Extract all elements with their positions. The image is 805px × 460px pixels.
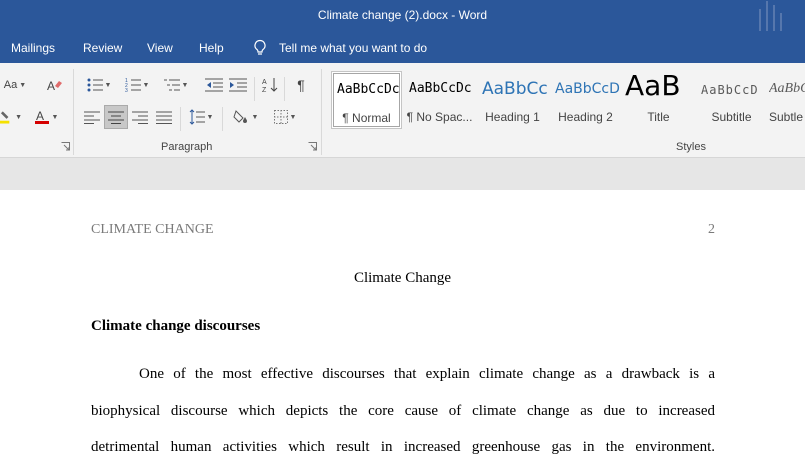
decrease-indent-icon <box>205 78 223 92</box>
paragraph-line[interactable]: detrimental human activities which resul… <box>91 439 715 456</box>
align-left-button[interactable] <box>81 106 103 128</box>
ribbon-separator <box>222 107 223 131</box>
style-preview: AaBbCcD <box>555 81 620 97</box>
show-marks-icon: ¶ <box>297 77 305 93</box>
styles-gallery: AaBbCcDc ¶ Normal AaBbCcDc ¶ No Spac... … <box>331 69 805 129</box>
borders-button[interactable]: ▼ <box>268 106 302 128</box>
sort-button[interactable]: AZ <box>259 74 281 96</box>
bullets-icon <box>87 78 103 92</box>
ribbon-separator <box>73 69 74 155</box>
increase-indent-icon <box>229 78 247 92</box>
line-spacing-button[interactable]: ▼ <box>185 106 217 128</box>
align-right-icon <box>132 111 148 124</box>
highlight-color-icon <box>0 111 10 124</box>
ribbon-tabs: Mailings Review View Help Tell me what y… <box>0 33 805 63</box>
clear-formatting-icon: A <box>47 79 62 93</box>
tell-me-search[interactable]: Tell me what you want to do <box>279 41 427 55</box>
tab-mailings[interactable]: Mailings <box>11 41 55 55</box>
align-center-button[interactable] <box>104 105 128 129</box>
multilevel-list-icon <box>163 79 180 91</box>
styles-group-label: Styles <box>676 141 706 153</box>
multilevel-list-button[interactable]: ▼ <box>160 74 192 96</box>
style-name: ¶ No Spac... <box>406 110 473 124</box>
increase-indent-button[interactable] <box>227 74 249 96</box>
clear-formatting-button[interactable]: A <box>44 74 66 96</box>
font-dialog-launcher-icon[interactable] <box>61 142 70 151</box>
style-subtitle[interactable]: AaBbCcD Subtitle <box>696 71 767 129</box>
decrease-indent-button[interactable] <box>203 74 225 96</box>
svg-text:A: A <box>262 79 267 86</box>
ribbon-separator <box>284 77 285 101</box>
style-preview: AaBbCc <box>769 81 805 96</box>
sort-icon: AZ <box>262 78 278 93</box>
align-right-button[interactable] <box>129 106 151 128</box>
style-preview: AaBbCcDc <box>409 81 472 96</box>
numbering-icon: 123 <box>125 78 141 92</box>
paragraph-dialog-launcher-icon[interactable] <box>308 142 317 151</box>
tab-review[interactable]: Review <box>83 41 122 55</box>
borders-icon <box>273 110 288 124</box>
tab-view[interactable]: View <box>147 41 173 55</box>
style-heading-1[interactable]: AaBbCc Heading 1 <box>477 71 548 129</box>
align-center-icon <box>108 111 124 124</box>
style-no-spacing[interactable]: AaBbCcDc ¶ No Spac... <box>404 71 475 129</box>
font-color-icon: A <box>34 109 49 124</box>
style-name: Subtle <box>769 110 804 124</box>
ribbon-home: Aa ▼ A ▼ A ▼ ▼ 123 ▼ ▼ A Z ¶ ▼ ▼ ▼ Parag… <box>0 63 805 158</box>
highlight-color-button[interactable]: ▼ <box>0 106 22 128</box>
style-name: Heading 2 <box>558 110 613 124</box>
section-heading[interactable]: Climate change discourses <box>91 318 260 335</box>
justify-button[interactable] <box>153 106 175 128</box>
line-spacing-icon <box>189 109 205 125</box>
window-title: Climate change (2).docx - Word <box>317 8 488 22</box>
style-preview: AaB <box>625 69 681 102</box>
style-name: ¶ Normal <box>342 111 391 125</box>
svg-text:A: A <box>36 109 44 123</box>
style-heading-2[interactable]: AaBbCcD Heading 2 <box>550 71 621 129</box>
style-name: Title <box>647 110 670 124</box>
document-page[interactable]: CLIMATE CHANGE 2 Climate Change Climate … <box>0 190 805 460</box>
justify-icon <box>156 111 172 124</box>
font-size-case-button[interactable]: Aa ▼ <box>0 74 30 96</box>
page-number[interactable]: 2 <box>708 222 715 238</box>
shading-button[interactable]: ▼ <box>228 106 262 128</box>
bullets-button[interactable]: ▼ <box>84 74 114 96</box>
align-left-icon <box>84 111 100 124</box>
running-header[interactable]: CLIMATE CHANGE <box>91 222 214 238</box>
ribbon-separator <box>254 77 255 101</box>
style-subtle-emphasis[interactable]: AaBbCc Subtle <box>766 71 805 129</box>
numbering-button[interactable]: 123 ▼ <box>121 74 153 96</box>
show-marks-button[interactable]: ¶ <box>290 74 312 96</box>
paragraph-line[interactable]: biophysical discourse which depicts the … <box>91 403 715 420</box>
style-preview: AaBbCcDc <box>337 82 400 97</box>
ribbon-separator <box>180 107 181 131</box>
paragraph-group-label: Paragraph <box>161 141 213 153</box>
style-name: Subtitle <box>711 110 752 124</box>
style-preview: AaBbCcD <box>701 83 759 97</box>
ruler-area <box>0 158 805 190</box>
ribbon-separator <box>321 69 322 155</box>
font-color-button[interactable]: A ▼ <box>29 106 63 128</box>
style-preview: AaBbCc <box>482 79 548 99</box>
word-logo-icon <box>759 0 791 33</box>
font-size-label: Aa <box>3 79 18 91</box>
style-title[interactable]: AaB Title <box>623 69 694 129</box>
svg-text:Z: Z <box>262 87 267 93</box>
document-title[interactable]: Climate Change <box>0 270 805 287</box>
paragraph-line[interactable]: One of the most effective discourses tha… <box>139 366 715 383</box>
lightbulb-icon[interactable] <box>252 39 268 57</box>
svg-text:3: 3 <box>125 88 128 92</box>
title-bar: Climate change (2).docx - Word <box>0 0 805 33</box>
tab-help[interactable]: Help <box>199 41 224 55</box>
svg-text:A: A <box>47 79 55 93</box>
style-name: Heading 1 <box>485 110 540 124</box>
shading-icon <box>232 110 247 123</box>
style-normal[interactable]: AaBbCcDc ¶ Normal <box>331 71 402 129</box>
